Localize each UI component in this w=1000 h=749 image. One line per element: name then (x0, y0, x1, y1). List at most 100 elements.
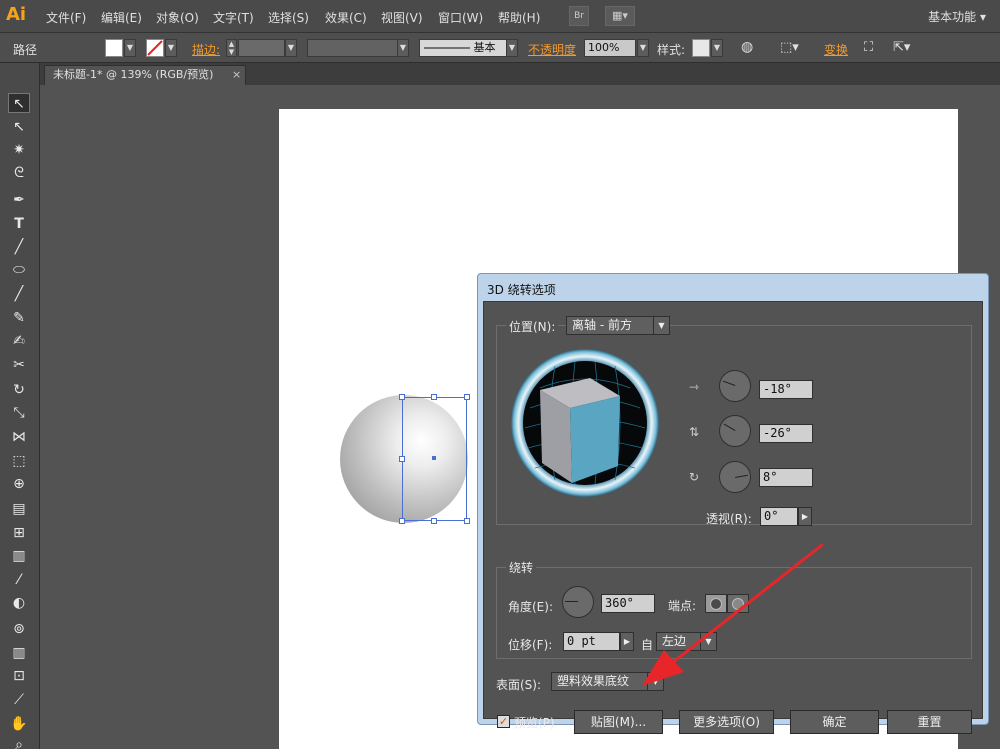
rotation-track-cube[interactable] (510, 348, 660, 498)
brush-dropdown[interactable]: ▼ (506, 39, 518, 57)
stroke-label[interactable]: 描边: (192, 41, 220, 58)
mesh-tool-icon[interactable]: ⊞ (8, 523, 30, 543)
preview-checkbox[interactable]: ✓ (497, 715, 510, 728)
recolor-artwork-icon[interactable]: ◍ (741, 39, 753, 55)
align-icon[interactable]: ⬚▾ (780, 40, 799, 55)
revolve-group-label: 绕转 (506, 559, 537, 576)
pen-tool-icon[interactable]: ✒ (8, 190, 30, 210)
column-graph-tool-icon[interactable]: ▥ (8, 643, 30, 663)
opacity-field[interactable]: 100% (584, 39, 636, 57)
offset-slider-toggle[interactable]: ▶ (620, 632, 634, 651)
angle-dial[interactable] (562, 586, 594, 618)
rotate-tool-icon[interactable]: ↻ (8, 380, 30, 400)
pencil-tool-icon[interactable]: ✎ (8, 308, 30, 328)
map-art-button[interactable]: 贴图(M)... (574, 710, 663, 734)
stroke-dropdown[interactable]: ▼ (165, 39, 177, 57)
selection-handle[interactable] (431, 394, 437, 400)
document-tab[interactable]: 未标题-1* @ 139% (RGB/预览) (44, 65, 246, 85)
graphic-style-swatch[interactable] (692, 39, 710, 57)
z-rotation-dial[interactable] (719, 461, 751, 493)
hand-tool-icon[interactable]: ✋ (8, 714, 30, 734)
selection-handle[interactable] (431, 518, 437, 524)
arrange-documents-button[interactable]: ▦▾ (605, 6, 635, 26)
free-transform-tool-icon[interactable]: ⬚ (8, 451, 30, 471)
from-dropdown[interactable]: 左边 ▼ (656, 632, 717, 651)
blob-brush-tool-icon[interactable]: ✍ (8, 331, 30, 351)
line-tool-icon[interactable]: ╱ (8, 237, 30, 257)
fill-swatch[interactable] (105, 39, 123, 57)
stroke-swatch[interactable] (146, 39, 164, 57)
from-value: 左边 (662, 634, 687, 648)
menu-file[interactable]: 文件(F) (46, 9, 86, 26)
menu-type[interactable]: 文字(T) (213, 9, 254, 26)
brush-definition[interactable]: 基本 (419, 39, 507, 57)
cap-on-button[interactable] (705, 594, 727, 613)
offset-field[interactable]: 0 pt (563, 632, 620, 651)
gradient-tool-icon[interactable]: ▥ (8, 546, 30, 566)
menu-edit[interactable]: 编辑(E) (101, 9, 142, 26)
fill-dropdown[interactable]: ▼ (124, 39, 136, 57)
eyedropper-tool-icon[interactable]: ⁄ (8, 570, 30, 590)
slice-tool-icon[interactable]: ⟋ (8, 690, 30, 710)
ellipse-tool-icon[interactable]: ⬭ (8, 260, 30, 280)
panel-options-icon[interactable]: ⇱▾ (893, 40, 910, 55)
more-options-button[interactable]: 更多选项(O) (679, 710, 774, 734)
menu-window[interactable]: 窗口(W) (438, 9, 483, 26)
graphic-style-dropdown[interactable]: ▼ (711, 39, 723, 57)
bridge-button[interactable]: Br (569, 6, 589, 26)
opacity-label[interactable]: 不透明度 (528, 41, 576, 58)
stroke-weight-field[interactable] (238, 39, 285, 57)
zoom-tool-icon[interactable]: ⌕ (8, 735, 30, 749)
isolate-icon[interactable]: ⛶ (864, 40, 873, 55)
type-tool-icon[interactable]: T (8, 214, 30, 234)
paintbrush-tool-icon[interactable]: ╱ (8, 284, 30, 304)
variable-width-profile[interactable] (307, 39, 403, 57)
menu-select[interactable]: 选择(S) (268, 9, 309, 26)
shape-builder-tool-icon[interactable]: ⊕ (8, 474, 30, 494)
style-label: 样式: (657, 43, 686, 57)
stroke-weight-dropdown[interactable]: ▼ (285, 39, 297, 57)
variable-width-dropdown[interactable]: ▼ (397, 39, 409, 57)
selection-handle[interactable] (399, 456, 405, 462)
chevron-down-icon: ▼ (647, 673, 663, 690)
menu-view[interactable]: 视图(V) (381, 9, 423, 26)
y-rotation-dial[interactable] (719, 415, 751, 447)
selection-handle[interactable] (464, 394, 470, 400)
lasso-tool-icon[interactable]: ᘓ (8, 163, 30, 183)
selection-handle[interactable] (399, 518, 405, 524)
selection-handle[interactable] (464, 518, 470, 524)
menu-object[interactable]: 对象(O) (156, 9, 199, 26)
menu-effect[interactable]: 效果(C) (325, 9, 367, 26)
angle-field[interactable]: 360° (601, 594, 655, 613)
perspective-grid-tool-icon[interactable]: ▤ (8, 499, 30, 519)
perspective-field[interactable]: 0° (760, 507, 798, 526)
workspace-switcher[interactable]: 基本功能 ▾ (928, 8, 986, 25)
y-rotation-field[interactable]: -26° (759, 424, 813, 443)
scissors-tool-icon[interactable]: ✂ (8, 355, 30, 375)
artboard-tool-icon[interactable]: ⊡ (8, 666, 30, 686)
symbol-sprayer-tool-icon[interactable]: ⊚ (8, 619, 30, 639)
x-rotation-dial[interactable] (719, 370, 751, 402)
menu-help[interactable]: 帮助(H) (498, 9, 540, 26)
selection-handle[interactable] (399, 394, 405, 400)
magic-wand-tool-icon[interactable]: ✷ (8, 140, 30, 160)
z-rotation-field[interactable]: 8° (759, 468, 813, 487)
surface-dropdown[interactable]: 塑料效果底纹 ▼ (551, 672, 664, 691)
ok-button[interactable]: 确定 (790, 710, 879, 734)
width-tool-icon[interactable]: ⋈ (8, 427, 30, 447)
position-dropdown[interactable]: 离轴 - 前方 ▼ (566, 316, 670, 335)
stroke-weight-stepper[interactable]: ▲ ▼ (226, 39, 237, 57)
control-bar: 路径 ▼ ▼ 描边: ▲ ▼ ▼ ▼ 基本 ▼ 不透明度 100% ▼ 样式: ▼… (0, 33, 1000, 63)
selection-tool-icon[interactable]: ↖ (8, 93, 30, 113)
perspective-slider-toggle[interactable]: ▶ (798, 507, 812, 526)
reset-button[interactable]: 重置 (887, 710, 972, 734)
opacity-dropdown[interactable]: ▼ (637, 39, 649, 57)
x-rotation-field[interactable]: -18° (759, 380, 813, 399)
scale-tool-icon[interactable]: ⤡ (8, 403, 30, 423)
direct-selection-tool-icon[interactable]: ↖ (8, 117, 30, 137)
cap-off-button[interactable] (727, 594, 749, 613)
selection-center-point (432, 456, 436, 460)
close-tab-icon[interactable]: × (232, 68, 241, 81)
blend-tool-icon[interactable]: ◐ (8, 593, 30, 613)
transform-label[interactable]: 变换 (824, 41, 848, 58)
